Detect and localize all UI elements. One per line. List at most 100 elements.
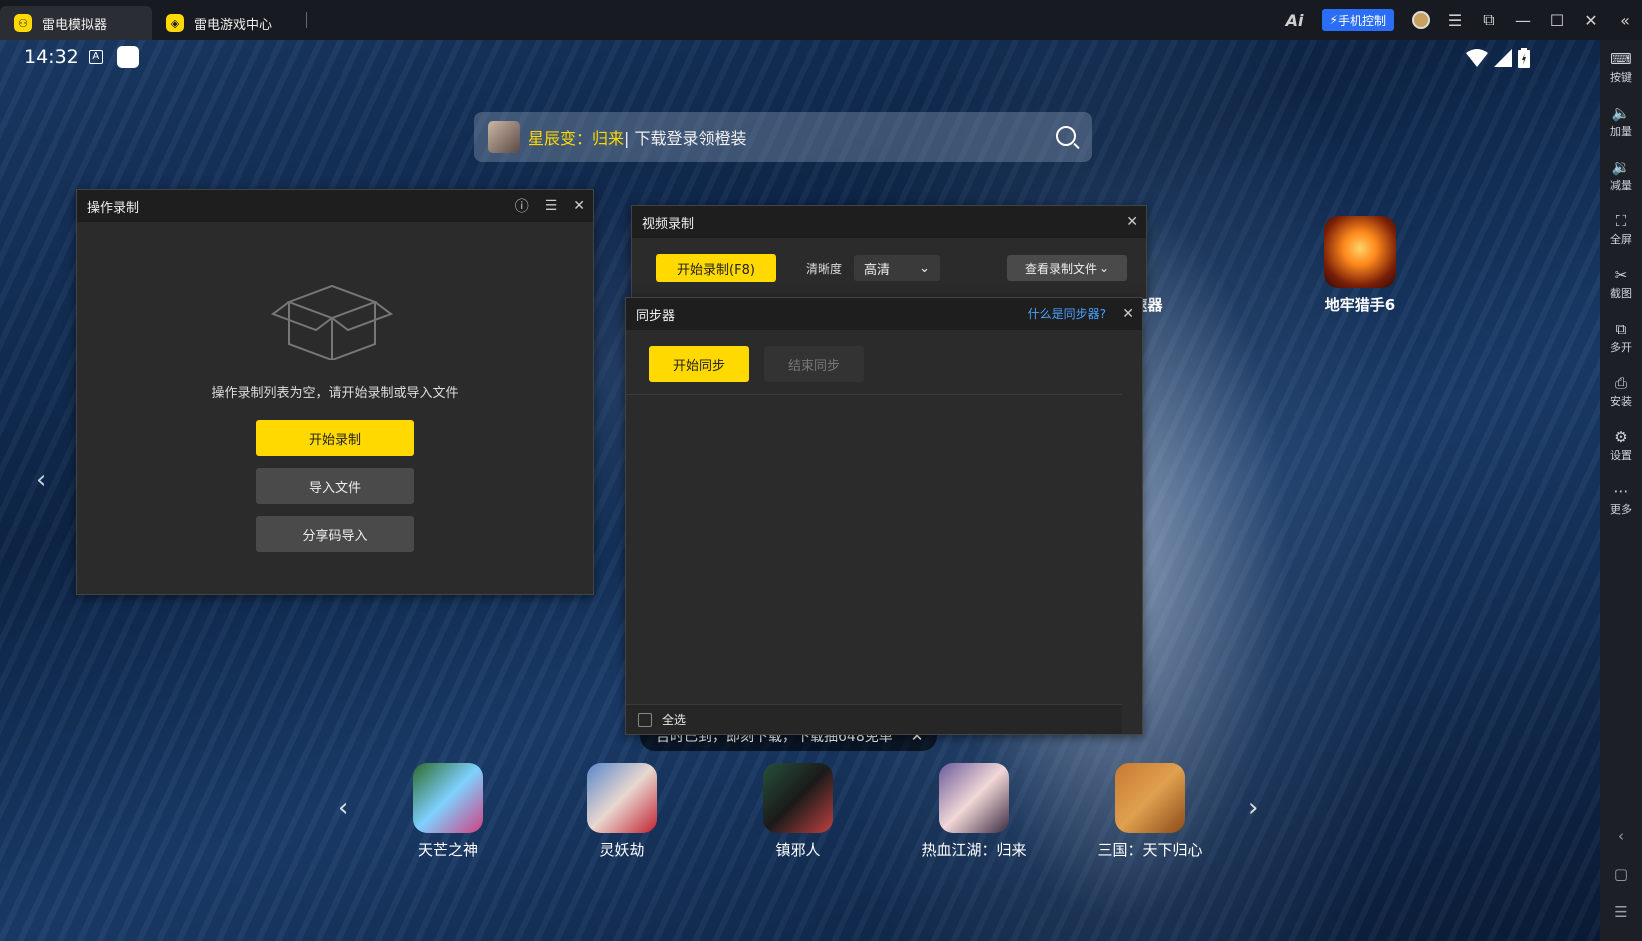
dock-left-arrow-icon[interactable]: ‹: [338, 793, 348, 823]
view-recordings-button[interactable]: 查看录制文件 ⌄: [1007, 255, 1127, 281]
phone-control-button[interactable]: ⚡ 手机控制: [1321, 9, 1394, 31]
tab-ldplayer[interactable]: ⚇ 雷电模拟器: [0, 6, 152, 40]
signal-icon: [1494, 49, 1512, 67]
chevron-down-icon: ⌄: [1098, 261, 1110, 275]
quality-value: 高清: [864, 262, 891, 278]
tab-label: 雷电游戏中心: [194, 17, 273, 33]
sidebar-item-fullscreen[interactable]: ⛶ 全屏: [1600, 211, 1642, 256]
sidebar-label: 安装: [1610, 395, 1632, 408]
tab-label: 雷电模拟器: [42, 17, 108, 33]
sidebar-item-more[interactable]: ⋯ 更多: [1600, 481, 1642, 526]
window-controls: Ai ⚡ 手机控制 ☰ ⧉ — ☐ ✕ «: [1278, 0, 1642, 40]
dock-app-4[interactable]: 热血江湖：归来: [904, 763, 1044, 860]
chevron-down-icon: ⌄: [919, 260, 930, 276]
sidebar-item-settings[interactable]: ⚙ 设置: [1600, 427, 1642, 472]
account-button[interactable]: [1404, 0, 1438, 40]
dock-app-1[interactable]: 天芒之神: [378, 763, 518, 860]
sidebar-item-screenshot[interactable]: ✂ 截图: [1600, 265, 1642, 310]
sidebar-item-volume-down[interactable]: 🔉 减量: [1600, 157, 1642, 202]
search-promo-text: | 下载登录领橙装: [624, 129, 747, 148]
divider: [626, 394, 1122, 395]
panel-title: 视频录制: [642, 216, 695, 232]
close-icon[interactable]: ✕: [1122, 306, 1134, 322]
close-icon[interactable]: ✕: [573, 198, 585, 214]
app-label: 天芒之神: [417, 841, 478, 859]
sidebar-item-install[interactable]: ⎙ 安装: [1600, 373, 1642, 418]
search-bar[interactable]: 星辰变：归来 | 下载登录领橙装: [474, 112, 1092, 162]
more-icon: ⋯: [1613, 482, 1629, 500]
gamepad-logo-icon: ◈: [166, 14, 184, 32]
game-avatar: [488, 121, 520, 153]
ai-assistant-icon[interactable]: Ai: [1278, 0, 1312, 40]
float-window-icon[interactable]: ⧉: [1472, 0, 1506, 40]
tab-game-center[interactable]: ◈ 雷电游戏中心: [152, 6, 304, 40]
video-record-panel: 视频录制 ✕ 开始录制(F8) 清晰度 高清 ⌄ 查看录制文件 ⌄: [631, 205, 1147, 299]
select-all-label: 全选: [662, 713, 687, 727]
android-nav-buttons: ‹ ▢ ☰: [1600, 827, 1642, 941]
home-icon[interactable]: ▢: [1600, 865, 1642, 903]
what-is-sync-link[interactable]: 什么是同步器?: [1028, 298, 1106, 330]
view-recordings-label: 查看录制文件: [1024, 261, 1097, 276]
sidebar-label: 全屏: [1610, 233, 1632, 246]
back-icon[interactable]: ‹: [1600, 827, 1642, 865]
dock-app-5[interactable]: 三国：天下归心: [1080, 763, 1220, 860]
dock-right-arrow-icon[interactable]: ›: [1248, 793, 1258, 823]
empty-state-text: 操作录制列表为空，请开始录制或导入文件: [211, 386, 459, 401]
start-record-button[interactable]: 开始录制: [256, 420, 414, 456]
app-label: 热血江湖：归来: [921, 841, 1027, 859]
empty-box-icon: [270, 284, 394, 360]
recent-apps-icon[interactable]: ☰: [1600, 903, 1642, 941]
battery-icon: [1518, 48, 1530, 68]
dock-app-2[interactable]: 灵妖劫: [552, 763, 692, 860]
panel-header-icons: ✕: [1106, 298, 1134, 330]
start-sync-button[interactable]: 开始同步: [649, 346, 749, 382]
search-icon[interactable]: [1056, 126, 1076, 146]
sidebar-label: 多开: [1610, 341, 1632, 354]
app-label: 灵妖劫: [599, 841, 645, 859]
desktop-app-dungeon-hunter[interactable]: 地牢猎手6: [1300, 216, 1420, 315]
avatar-icon: [1412, 11, 1430, 29]
sync-footer: 全选: [626, 704, 1122, 734]
collapse-sidebar-icon[interactable]: «: [1608, 0, 1642, 40]
menu-icon[interactable]: ☰: [1438, 0, 1472, 40]
wifi-icon: [1466, 49, 1488, 67]
phone-control-label: 手机控制: [1337, 13, 1386, 28]
dungeon-hunter-app-icon: [1324, 216, 1396, 288]
dock-app-icon: [763, 763, 833, 833]
help-icon[interactable]: ⓘ: [515, 196, 529, 216]
start-video-record-button[interactable]: 开始录制(F8): [656, 254, 776, 282]
sidebar-label: 设置: [1610, 449, 1632, 462]
dock-app-3[interactable]: 镇邪人: [728, 763, 868, 860]
close-icon[interactable]: ✕: [1574, 0, 1608, 40]
emulator-sidebar: ⌨ 按键 🔈 加量 🔉 减量 ⛶ 全屏 ✂ 截图 ⧉ 多开 ⎙ 安装 ⚙ 设置 …: [1600, 40, 1642, 941]
page-left-arrow-icon[interactable]: ‹: [36, 465, 46, 495]
quality-label: 清晰度: [806, 262, 843, 276]
minimize-icon[interactable]: —: [1506, 0, 1540, 40]
apk-install-icon: ⎙: [1614, 374, 1627, 392]
sidebar-item-keymap[interactable]: ⌨ 按键: [1600, 49, 1642, 94]
select-all-checkbox[interactable]: [638, 712, 652, 727]
panel-header: 视频录制 ✕: [632, 206, 1146, 238]
dock-app-icon: [587, 763, 657, 833]
lightning-icon: ⚡: [1329, 13, 1338, 27]
panel-title: 操作录制: [87, 200, 140, 216]
import-file-button[interactable]: 导入文件: [256, 468, 414, 504]
fullscreen-icon: ⛶: [1615, 212, 1627, 230]
end-sync-button[interactable]: 结束同步: [764, 346, 864, 382]
maximize-icon[interactable]: ☐: [1540, 0, 1574, 40]
panel-header: 操作录制 ⓘ ☰ ✕: [77, 190, 593, 222]
dock-app-icon: [413, 763, 483, 833]
quality-select[interactable]: 高清 ⌄: [854, 255, 940, 281]
synchronizer-panel: 同步器 什么是同步器? ✕ 开始同步 结束同步 全选: [625, 297, 1143, 735]
operation-record-panel: 操作录制 ⓘ ☰ ✕ 操作录制列表为空，请开始录制或导入文件 开始录制 导入文件…: [76, 189, 594, 595]
share-code-import-button[interactable]: 分享码导入: [256, 516, 414, 552]
volume-down-icon: 🔉: [1611, 158, 1631, 176]
panel-header: 同步器 什么是同步器? ✕: [626, 298, 1142, 330]
menu-icon[interactable]: ☰: [545, 198, 558, 214]
game-dock: ‹ 天芒之神 灵妖劫 镇邪人 热血江湖：归来 三国：天下归心 ›: [0, 763, 1600, 873]
close-icon[interactable]: ✕: [1126, 214, 1138, 230]
panel-header-icons: ⓘ ☰ ✕: [499, 190, 585, 222]
sidebar-item-volume-up[interactable]: 🔈 加量: [1600, 103, 1642, 148]
volume-up-icon: 🔈: [1611, 104, 1631, 122]
sidebar-item-multi-instance[interactable]: ⧉ 多开: [1600, 319, 1642, 364]
